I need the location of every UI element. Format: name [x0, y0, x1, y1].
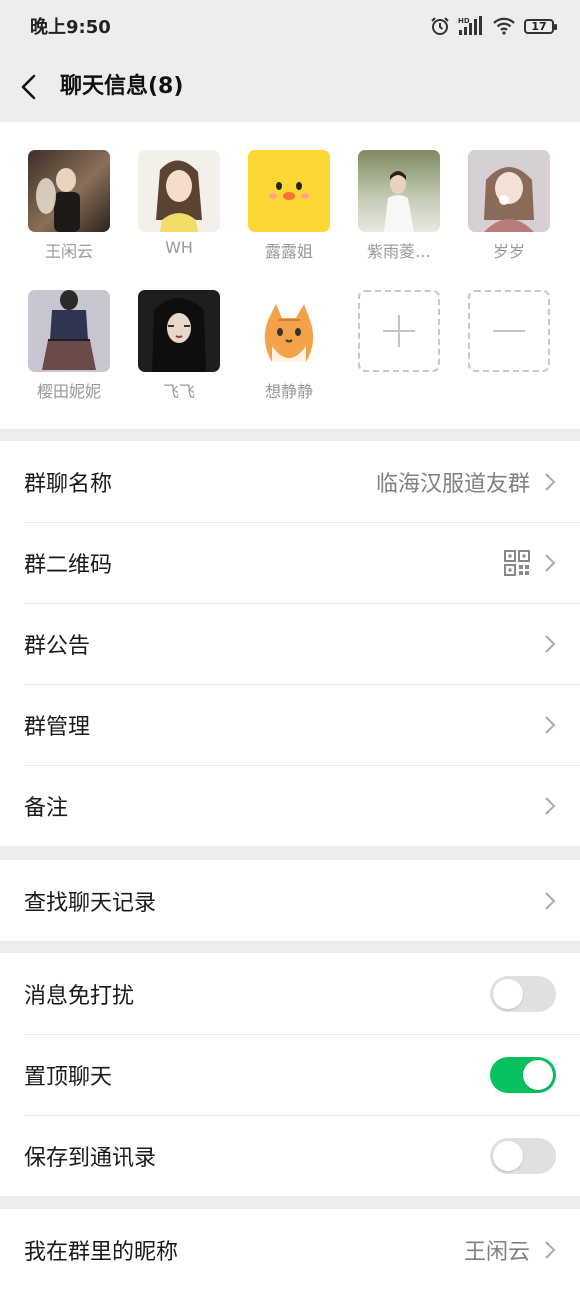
group-remark-label: 备注 [24, 795, 69, 821]
nav-header: 聊天信息(8) [0, 52, 580, 122]
group-manage-row[interactable]: 群管理 [0, 684, 580, 765]
chevron-right-icon [545, 891, 556, 910]
toggle-knob [493, 1140, 523, 1171]
member-avatar[interactable] [138, 150, 220, 232]
member-name: 王闲云 [44, 242, 93, 261]
group-name-value: 临海汉服道友群 [375, 471, 530, 497]
member-name: 露露姐 [264, 242, 313, 261]
member-avatar[interactable] [248, 290, 330, 372]
member-item[interactable]: 想静静 [234, 290, 344, 402]
chevron-right-icon [545, 553, 556, 572]
member-avatar[interactable] [138, 290, 220, 372]
wifi-icon [493, 17, 515, 35]
remove-member-icon[interactable] [468, 290, 550, 372]
member-item[interactable]: WH [124, 150, 234, 257]
battery-icon: 17 [524, 18, 557, 34]
status-icons: HD 17 [430, 16, 557, 36]
chevron-right-icon [545, 634, 556, 653]
nickname-value: 王闲云 [463, 1239, 530, 1265]
member-item[interactable]: 樱田妮妮 [14, 290, 124, 402]
hd-label: HD [458, 17, 470, 25]
group-qrcode-row[interactable]: 群二维码 [0, 522, 580, 603]
mute-label: 消息免打扰 [24, 983, 135, 1009]
pin-row: 置顶聊天 [0, 1034, 580, 1115]
chevron-right-icon [545, 1240, 556, 1259]
chevron-right-icon [545, 472, 556, 491]
member-item[interactable]: 岁岁 [454, 150, 564, 262]
member-avatar[interactable] [358, 150, 440, 232]
search-section: 查找聊天记录 [0, 860, 580, 941]
member-name: 飞飞 [162, 382, 195, 401]
qrcode-icon [504, 549, 530, 576]
member-name: 樱田妮妮 [36, 382, 101, 401]
back-arrow-icon[interactable] [18, 74, 42, 100]
member-item[interactable]: 飞飞 [124, 290, 234, 402]
group-settings-section: 群聊名称 临海汉服道友群 群二维码 群公告 群管理 备注 [0, 441, 580, 846]
save-contacts-row: 保存到通讯录 [0, 1115, 580, 1196]
remove-member-item[interactable] [454, 290, 564, 372]
nickname-section: 我在群里的昵称 王闲云 [0, 1209, 580, 1290]
group-qrcode-label: 群二维码 [24, 552, 113, 578]
mute-toggle[interactable] [490, 975, 556, 1012]
member-item[interactable]: 紫雨菱… [344, 150, 454, 262]
member-item[interactable]: 露露姐 [234, 150, 344, 262]
group-notice-row[interactable]: 群公告 [0, 603, 580, 684]
member-name: WH [165, 238, 193, 257]
member-avatar[interactable] [28, 290, 110, 372]
group-notice-label: 群公告 [24, 633, 91, 659]
search-history-label: 查找聊天记录 [24, 890, 157, 916]
member-item[interactable]: 王闲云 [14, 150, 124, 262]
group-manage-label: 群管理 [24, 714, 91, 740]
page-title: 聊天信息(8) [60, 74, 184, 99]
save-contacts-toggle[interactable] [490, 1137, 556, 1174]
group-name-label: 群聊名称 [24, 471, 113, 497]
member-avatar[interactable] [248, 150, 330, 232]
member-grid: 王闲云 WH 露露姐 紫雨菱… 岁岁 樱田妮妮 飞飞 想静静 [0, 122, 580, 429]
toggle-section: 消息免打扰 置顶聊天 保存到通讯录 [0, 953, 580, 1196]
pin-toggle[interactable] [490, 1056, 556, 1093]
nickname-row[interactable]: 我在群里的昵称 王闲云 [0, 1209, 580, 1290]
toggle-knob [523, 1059, 553, 1090]
group-name-row[interactable]: 群聊名称 临海汉服道友群 [0, 441, 580, 522]
member-avatar[interactable] [28, 150, 110, 232]
status-time: 晚上9:50 [30, 17, 111, 38]
search-history-row[interactable]: 查找聊天记录 [0, 860, 580, 941]
group-remark-row[interactable]: 备注 [0, 765, 580, 846]
member-avatar[interactable] [468, 150, 550, 232]
alarm-icon [431, 17, 449, 35]
chevron-right-icon [545, 796, 556, 815]
battery-level: 17 [531, 19, 547, 33]
member-name: 岁岁 [492, 242, 525, 261]
chevron-right-icon [545, 715, 556, 734]
save-contacts-label: 保存到通讯录 [24, 1145, 157, 1171]
signal-icon: HD [458, 16, 482, 35]
status-bar: 晚上9:50 HD 17 [0, 0, 580, 52]
nickname-label: 我在群里的昵称 [24, 1239, 179, 1265]
member-name: 紫雨菱… [366, 242, 431, 261]
toggle-knob [493, 978, 523, 1009]
add-member-item[interactable] [344, 290, 454, 372]
add-member-icon[interactable] [358, 290, 440, 372]
mute-row: 消息免打扰 [0, 953, 580, 1034]
member-name: 想静静 [264, 382, 313, 401]
pin-label: 置顶聊天 [24, 1064, 113, 1090]
